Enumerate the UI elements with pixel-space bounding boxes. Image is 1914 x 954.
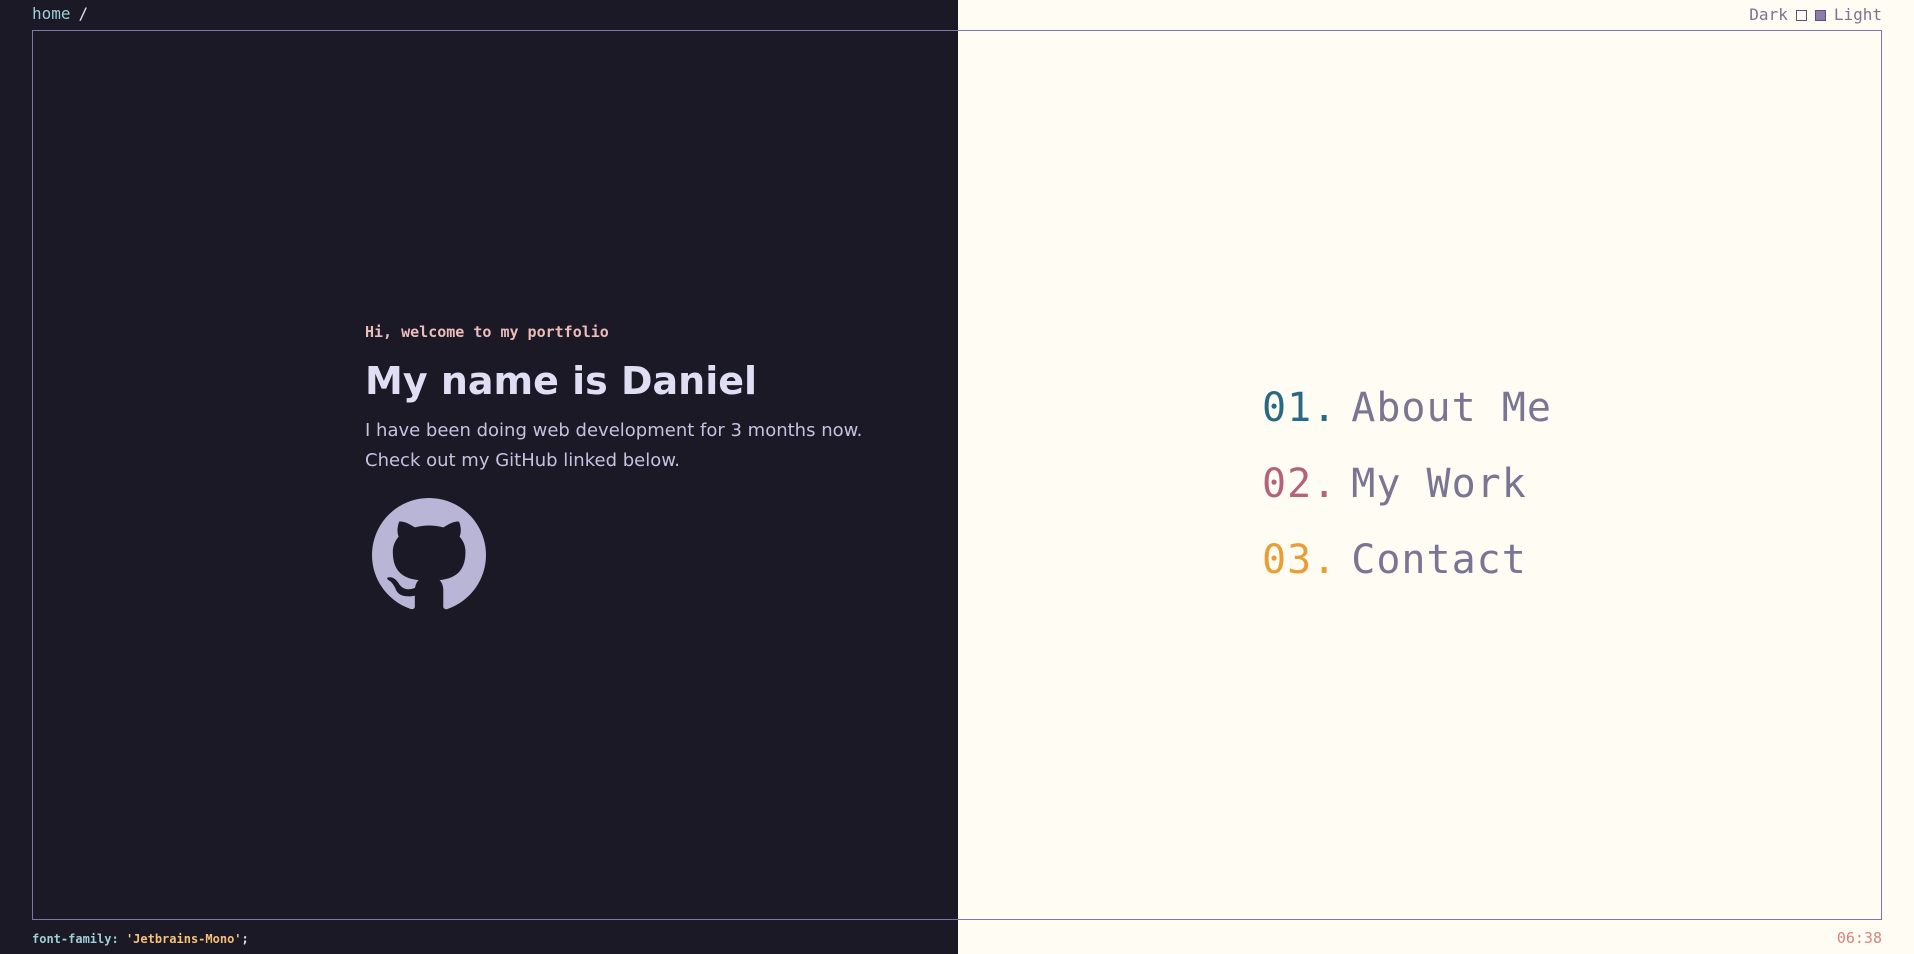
breadcrumb-home-link[interactable]: home (32, 4, 71, 23)
theme-toggle: Dark Light (1749, 5, 1882, 25)
portfolio-page: home / Dark Light Hi, welcome to my portf… (0, 0, 1914, 954)
nav-item-my-work[interactable]: 02. My Work (1262, 446, 1552, 522)
font-terminator: ; (241, 932, 249, 946)
nav-item-contact[interactable]: 03. Contact (1262, 522, 1552, 598)
github-icon (372, 498, 486, 610)
clock: 06:38 (1836, 929, 1882, 947)
nav-item-about-me[interactable]: 01. About Me (1262, 370, 1552, 446)
nav-item-label: Contact (1351, 537, 1527, 583)
bio-text: I have been doing web development for 3 … (365, 416, 925, 476)
main-nav: 01. About Me 02. My Work 03. Contact (1262, 370, 1552, 598)
breadcrumb-separator: / (78, 4, 89, 23)
page-title: My name is Daniel (365, 359, 758, 403)
nav-item-label: About Me (1351, 385, 1552, 431)
greeting-text: Hi, welcome to my portfolio (365, 323, 609, 341)
theme-light-checkbox[interactable] (1814, 9, 1826, 21)
font-value: 'Jetbrains-Mono' (125, 932, 242, 946)
font-family-note: font-family: 'Jetbrains-Mono'; (32, 931, 249, 947)
breadcrumb: home / (32, 4, 88, 24)
bio-line: I have been doing web development for 3 … (365, 420, 863, 441)
intro-section: Hi, welcome to my portfolio My name is D… (365, 322, 925, 612)
theme-light-label[interactable]: Light (1834, 5, 1882, 25)
nav-item-number: 03. (1262, 537, 1338, 583)
nav-item-number: 02. (1262, 461, 1338, 507)
theme-dark-checkbox[interactable] (1795, 9, 1807, 21)
font-property: font-family: (32, 932, 119, 946)
theme-dark-label[interactable]: Dark (1749, 5, 1788, 25)
nav-item-label: My Work (1351, 461, 1527, 507)
github-link[interactable] (372, 498, 486, 612)
bio-line: Check out my GitHub linked below. (365, 450, 681, 471)
nav-item-number: 01. (1262, 385, 1338, 431)
